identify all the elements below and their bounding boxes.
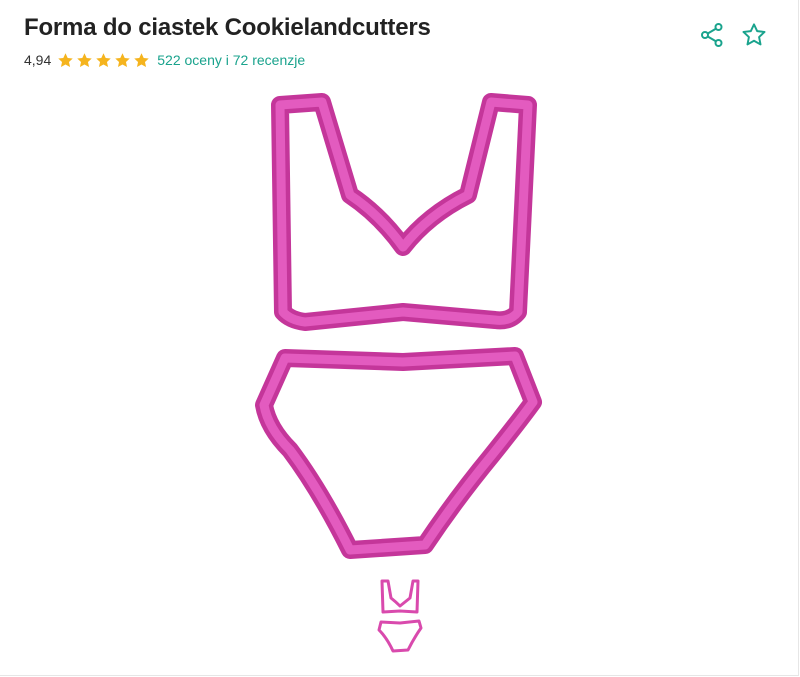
star-icon: [115, 52, 130, 67]
rating-row: 4,94 522 oceny i 72 recenzje: [24, 50, 305, 70]
rating-value: 4,94: [24, 52, 52, 68]
small-bikini-cutter: [377, 579, 423, 653]
star-outline-icon: [742, 23, 766, 46]
rating-stars: [57, 52, 152, 69]
star-icon: [58, 52, 73, 67]
favorite-button[interactable]: [739, 20, 769, 50]
share-icon: [701, 23, 723, 47]
star-icon: [134, 52, 149, 67]
star-icon: [96, 52, 111, 67]
share-button[interactable]: [697, 20, 727, 50]
product-card: Forma do ciastek Cookielandcutters 4,94 …: [0, 0, 799, 676]
product-title: Forma do ciastek Cookielandcutters: [24, 14, 431, 41]
reviews-link[interactable]: 522 oceny i 72 recenzje: [157, 52, 305, 68]
large-bikini-cutter: [255, 93, 542, 559]
bikini-top-cutter: [271, 93, 537, 331]
product-image: [255, 93, 542, 653]
star-icon: [77, 52, 92, 67]
